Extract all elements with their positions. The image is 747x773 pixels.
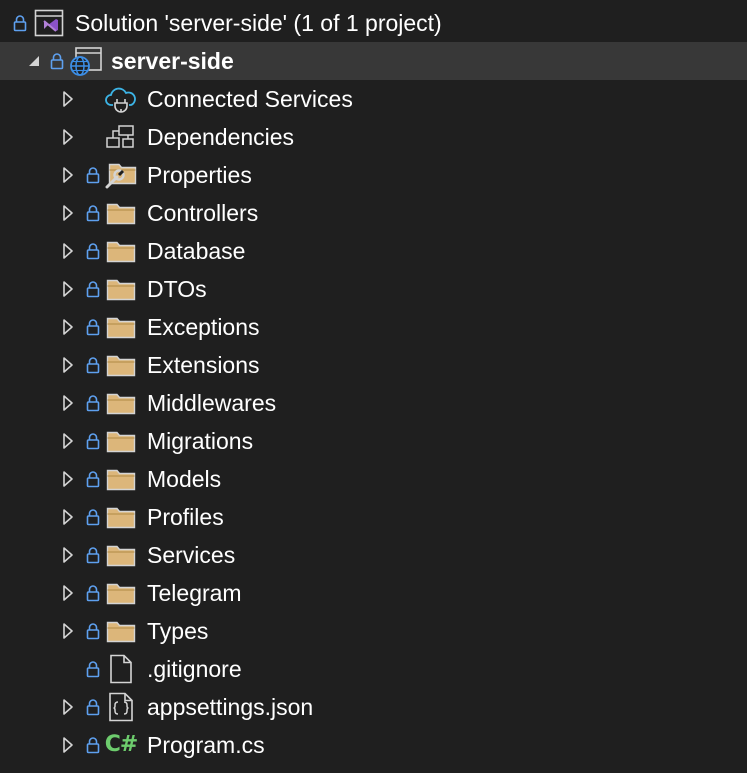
tree-item-label: Extensions	[147, 352, 260, 378]
file-icon	[104, 650, 138, 688]
lock-icon	[85, 384, 101, 422]
folder-icon	[104, 384, 138, 422]
folder-icon	[104, 194, 138, 232]
tree-item[interactable]: Telegram	[0, 574, 747, 612]
collapsed-arrow-icon[interactable]	[61, 726, 75, 764]
tree-item-label: DTOs	[147, 276, 207, 302]
collapsed-arrow-icon[interactable]	[61, 612, 75, 650]
collapsed-arrow-icon[interactable]	[61, 156, 75, 194]
collapsed-arrow-icon[interactable]	[61, 118, 75, 156]
lock-icon	[85, 574, 101, 612]
collapsed-arrow-icon[interactable]	[61, 384, 75, 422]
lock-icon	[85, 346, 101, 384]
lock-icon	[49, 42, 65, 80]
project-label: server-side	[111, 48, 234, 74]
collapsed-arrow-icon[interactable]	[61, 270, 75, 308]
visual-studio-solution-icon	[33, 4, 65, 42]
web-project-icon	[68, 42, 104, 80]
tree-item[interactable]: C# Program.cs	[0, 726, 747, 764]
lock-icon	[85, 536, 101, 574]
solution-explorer-tree: Solution 'server-side' (1 of 1 project)	[0, 0, 747, 773]
collapsed-arrow-icon[interactable]	[61, 194, 75, 232]
tree-item-label: Telegram	[147, 580, 242, 606]
folder-icon	[104, 612, 138, 650]
tree-item-label: Services	[147, 542, 236, 568]
lock-icon	[85, 650, 101, 688]
lock-icon	[85, 232, 101, 270]
tree-item[interactable]: Connected Services	[0, 80, 747, 118]
tree-item[interactable]: appsettings.json	[0, 688, 747, 726]
solution-node[interactable]: Solution 'server-side' (1 of 1 project)	[0, 4, 747, 42]
dependencies-icon	[104, 118, 138, 156]
lock-icon	[85, 498, 101, 536]
collapsed-arrow-icon[interactable]	[61, 422, 75, 460]
tree-item-label: appsettings.json	[147, 694, 314, 720]
collapsed-arrow-icon[interactable]	[61, 574, 75, 612]
solution-label: Solution 'server-side' (1 of 1 project)	[75, 10, 442, 36]
folder-icon	[104, 460, 138, 498]
tree-item[interactable]: Middlewares	[0, 384, 747, 422]
tree-item-label: Database	[147, 238, 246, 264]
collapsed-arrow-icon[interactable]	[61, 232, 75, 270]
tree-item[interactable]: DTOs	[0, 270, 747, 308]
folder-icon	[104, 498, 138, 536]
tree-item-label: Controllers	[147, 200, 259, 226]
project-node[interactable]: server-side	[0, 42, 747, 80]
folder-icon	[104, 346, 138, 384]
tree-item[interactable]: Types	[0, 612, 747, 650]
collapsed-arrow-icon[interactable]	[61, 498, 75, 536]
tree-item[interactable]: Extensions	[0, 346, 747, 384]
folder-icon	[104, 308, 138, 346]
folder-icon	[104, 270, 138, 308]
tree-item[interactable]: .gitignore	[0, 650, 747, 688]
lock-icon	[85, 422, 101, 460]
expanded-arrow-icon[interactable]	[26, 42, 42, 80]
folder-icon	[104, 422, 138, 460]
lock-icon	[85, 194, 101, 232]
collapsed-arrow-icon[interactable]	[61, 346, 75, 384]
collapsed-arrow-icon[interactable]	[61, 308, 75, 346]
tree-item-label: .gitignore	[147, 656, 242, 682]
lock-icon	[85, 308, 101, 346]
csharp-file-icon: C#	[104, 732, 139, 757]
lock-icon	[85, 688, 101, 726]
lock-icon	[85, 460, 101, 498]
lock-icon	[12, 4, 28, 42]
tree-item-label: Connected Services	[147, 86, 353, 112]
tree-item-label: Program.cs	[147, 732, 265, 758]
tree-item[interactable]: Migrations	[0, 422, 747, 460]
tree-item-label: Types	[147, 618, 209, 644]
connected-services-icon	[104, 80, 138, 118]
tree-item-label: Middlewares	[147, 390, 277, 416]
tree-item-label: Profiles	[147, 504, 224, 530]
json-file-icon	[104, 688, 138, 726]
tree-item[interactable]: Services	[0, 536, 747, 574]
folder-icon	[104, 536, 138, 574]
collapsed-arrow-icon[interactable]	[61, 80, 75, 118]
collapsed-arrow-icon[interactable]	[61, 460, 75, 498]
folder-icon	[104, 232, 138, 270]
properties-folder-icon	[104, 156, 138, 194]
tree-item-label: Models	[147, 466, 222, 492]
folder-icon	[104, 574, 138, 612]
lock-icon	[85, 270, 101, 308]
lock-icon	[85, 156, 101, 194]
tree-item[interactable]: Models	[0, 460, 747, 498]
tree-item-label: Migrations	[147, 428, 254, 454]
lock-icon	[85, 612, 101, 650]
tree-item[interactable]: Properties	[0, 156, 747, 194]
lock-icon	[85, 726, 101, 764]
tree-item[interactable]: Dependencies	[0, 118, 747, 156]
tree-item-label: Properties	[147, 162, 252, 188]
tree-item[interactable]: Controllers	[0, 194, 747, 232]
tree-item-label: Dependencies	[147, 124, 295, 150]
tree-item-label: Exceptions	[147, 314, 260, 340]
tree-item[interactable]: Database	[0, 232, 747, 270]
collapsed-arrow-icon[interactable]	[61, 688, 75, 726]
tree-item[interactable]: Exceptions	[0, 308, 747, 346]
tree-item[interactable]: Profiles	[0, 498, 747, 536]
collapsed-arrow-icon[interactable]	[61, 536, 75, 574]
